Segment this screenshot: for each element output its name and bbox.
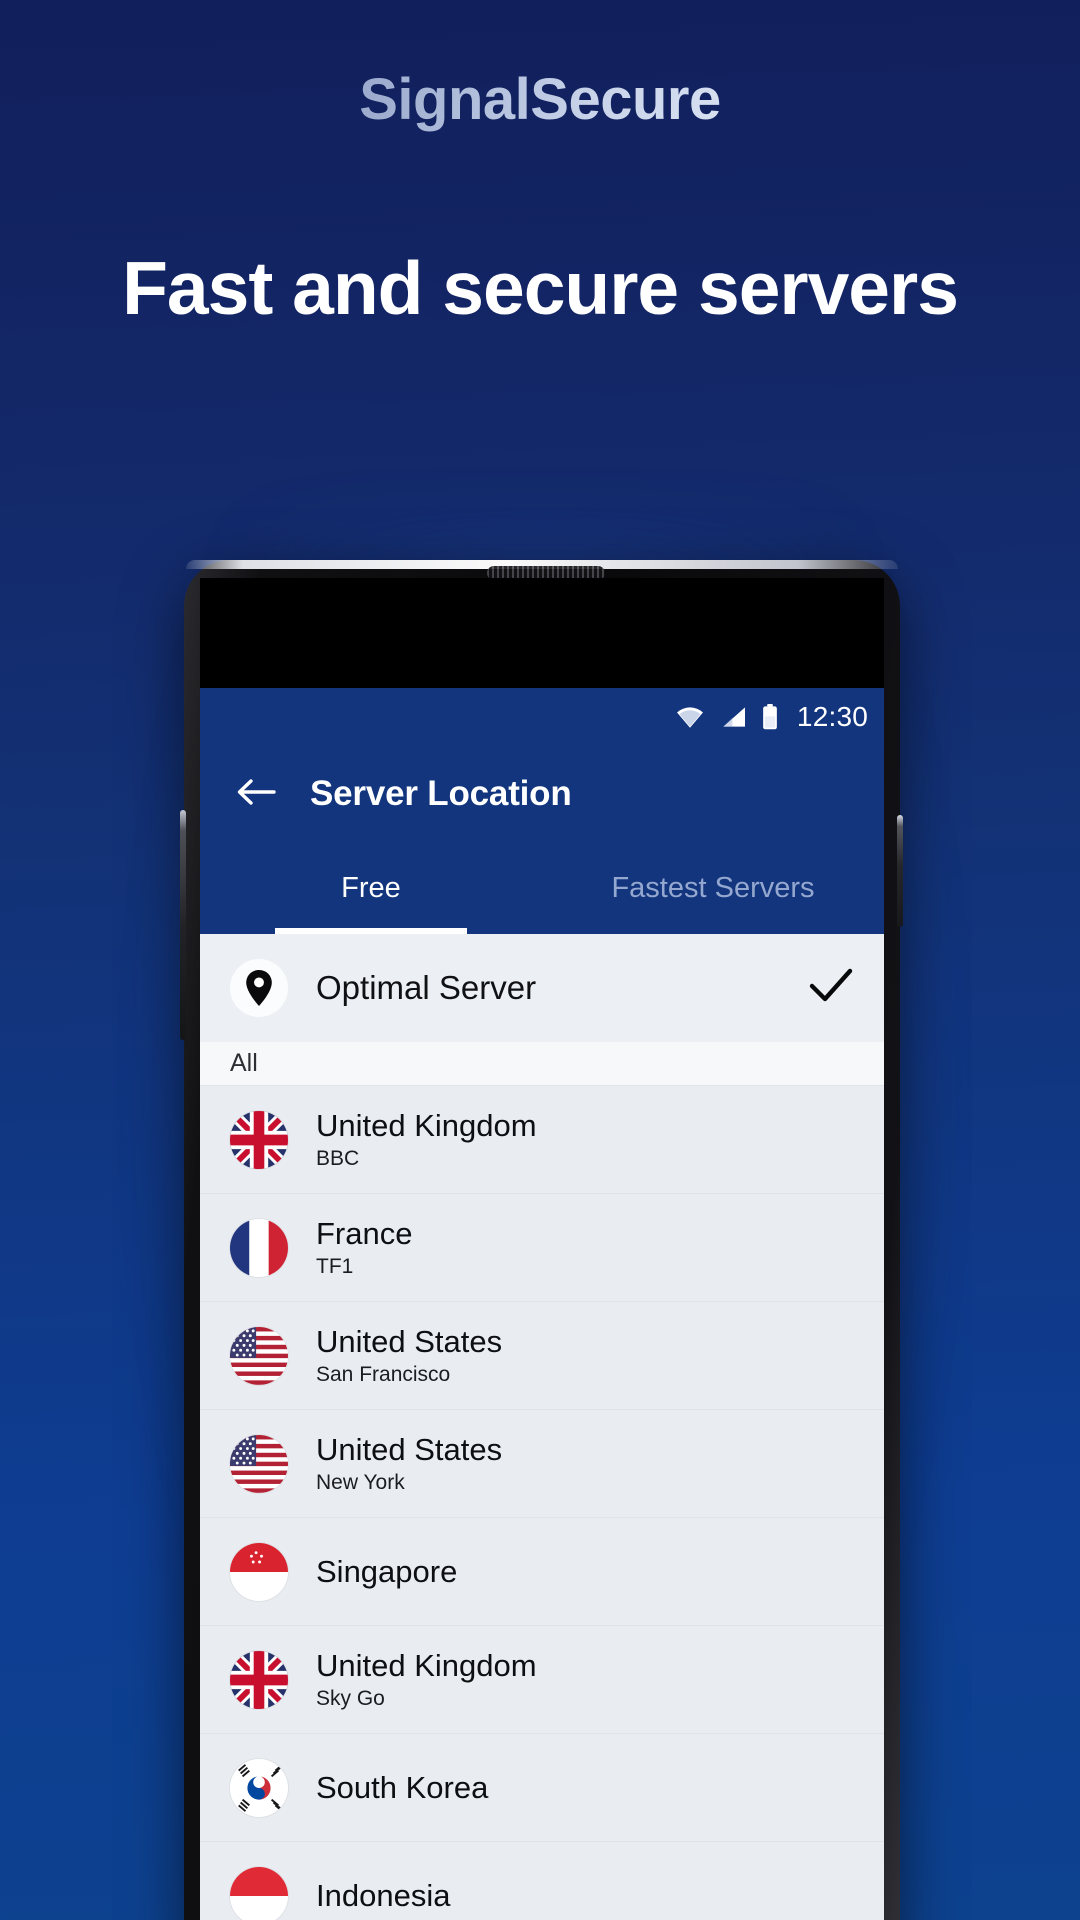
usa-flag-icon xyxy=(230,1434,288,1493)
list-item-server[interactable]: United Kingdom BBC xyxy=(200,1086,884,1194)
cellular-signal-icon xyxy=(719,705,747,729)
south-korea-flag-icon xyxy=(230,1758,288,1817)
list-item-server[interactable]: South Korea xyxy=(200,1734,884,1842)
server-row-text: United States New York xyxy=(316,1433,502,1494)
volume-button[interactable] xyxy=(180,810,186,1040)
server-country: South Korea xyxy=(316,1769,489,1805)
status-bar-time: 12:30 xyxy=(796,701,868,732)
server-country: United Kingdom xyxy=(316,1108,537,1144)
server-row-text: South Korea xyxy=(316,1769,489,1805)
battery-icon xyxy=(761,704,779,730)
server-row-text: Indonesia xyxy=(316,1877,451,1913)
list-item-server[interactable]: France TF1 xyxy=(200,1194,884,1302)
location-pin-icon xyxy=(230,959,288,1017)
power-button[interactable] xyxy=(897,815,903,927)
list-item-server[interactable]: United States San Francisco xyxy=(200,1302,884,1410)
list-item-server[interactable]: Singapore xyxy=(200,1518,884,1626)
promo-headline: Fast and secure servers xyxy=(122,246,959,330)
indonesia-flag-icon xyxy=(230,1866,288,1920)
usa-flag-icon xyxy=(230,1326,288,1385)
server-country: Singapore xyxy=(316,1553,458,1589)
tab-fastest-servers[interactable]: Fastest Servers xyxy=(542,842,884,934)
list-item-server[interactable]: United States New York xyxy=(200,1410,884,1518)
back-arrow-icon[interactable] xyxy=(234,776,276,813)
server-city: BBC xyxy=(316,1146,360,1170)
tab-free[interactable]: Free xyxy=(200,842,542,934)
checkmark-icon[interactable] xyxy=(808,966,854,1011)
list-item-server[interactable]: United Kingdom Sky Go xyxy=(200,1626,884,1734)
brand-title: SignalSecure xyxy=(0,66,1080,133)
list-item-server[interactable]: Indonesia xyxy=(200,1842,884,1920)
server-country: Indonesia xyxy=(316,1877,451,1913)
list-item-optimal-server[interactable]: Optimal Server xyxy=(200,934,884,1042)
singapore-flag-icon xyxy=(230,1542,288,1601)
wifi-icon xyxy=(675,705,705,729)
server-country: United States xyxy=(316,1324,503,1360)
uk-flag-icon xyxy=(230,1110,288,1169)
server-country: United Kingdom xyxy=(316,1648,537,1684)
optimal-server-label: Optimal Server xyxy=(316,969,537,1006)
section-header-all: All xyxy=(200,1042,884,1086)
uk-flag-icon xyxy=(230,1650,288,1709)
server-country: United States xyxy=(316,1432,503,1468)
server-row-text: United Kingdom BBC xyxy=(316,1109,537,1170)
screen-bezel-area xyxy=(200,578,884,688)
server-country: France xyxy=(316,1216,413,1252)
server-list[interactable]: Optimal Server All United Kingdom BBC Fr… xyxy=(200,934,884,1920)
server-row-text: United States San Francisco xyxy=(316,1325,502,1386)
server-city: San Francisco xyxy=(316,1362,451,1386)
server-row-text: Singapore xyxy=(316,1553,458,1589)
server-city: Sky Go xyxy=(316,1686,385,1710)
page-title: Server Location xyxy=(310,774,572,813)
server-city: TF1 xyxy=(316,1254,354,1278)
server-city: New York xyxy=(316,1470,405,1494)
server-row-text: France TF1 xyxy=(316,1217,412,1278)
phone-screen: 12:30 Server Location Free Fastest Serve… xyxy=(200,578,884,1920)
tab-bar: Free Fastest Servers xyxy=(200,842,884,934)
app-bar: Server Location xyxy=(200,746,884,842)
promo-screenshot: SignalSecure Fast and secure servers 12:… xyxy=(0,0,1080,1920)
status-bar: 12:30 xyxy=(200,688,884,746)
server-row-text: United Kingdom Sky Go xyxy=(316,1649,537,1710)
france-flag-icon xyxy=(230,1218,288,1277)
